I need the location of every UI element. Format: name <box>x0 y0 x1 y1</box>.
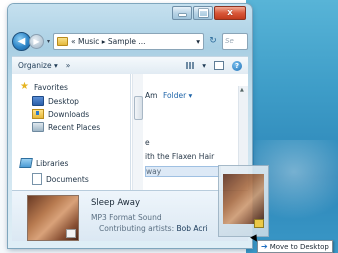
downloads-icon <box>32 109 44 119</box>
navigation-pane: ★ Favorites Desktop Downloads Recent Pla… <box>12 74 131 190</box>
folder-icon <box>57 36 69 46</box>
nav-item-libraries[interactable]: Libraries <box>19 158 69 168</box>
drag-ghost <box>218 165 269 237</box>
close-icon: x <box>227 7 233 18</box>
nav-item-downloads[interactable]: Downloads <box>32 109 89 119</box>
list-item[interactable]: e <box>145 138 219 147</box>
nav-item-label: Desktop <box>48 96 79 106</box>
nav-item-documents[interactable]: Documents <box>32 173 89 185</box>
views-icon[interactable] <box>186 62 195 69</box>
address-dropdown-icon[interactable]: ▾ <box>196 37 200 46</box>
details-pane: Sleep Away MP3 Format Sound Contributing… <box>12 190 248 241</box>
artist-label: Contributing artists: <box>99 224 175 233</box>
close-button[interactable]: x <box>214 6 246 20</box>
nav-item-label: Favorites <box>34 82 68 92</box>
media-badge-icon <box>254 219 264 228</box>
caption-buttons: x <box>172 6 246 20</box>
forward-button[interactable]: ▶ <box>29 33 44 49</box>
documents-icon <box>32 173 42 185</box>
media-badge-icon <box>66 229 76 238</box>
recent-places-icon <box>32 122 44 132</box>
nav-item-label: Downloads <box>48 109 90 119</box>
drag-thumbnail <box>223 174 264 224</box>
back-arrow-icon: ◀ <box>17 35 26 47</box>
list-item[interactable]: ith the Flaxen Hair <box>145 152 219 161</box>
file-list-scrollbar[interactable]: ▲ <box>238 86 248 170</box>
search-input[interactable]: Se <box>222 32 248 50</box>
file-title: Sleep Away <box>91 198 140 208</box>
command-bar: Organize ▾ » ▾ ? <box>12 56 248 75</box>
views-dropdown-icon[interactable]: ▾ <box>202 61 206 70</box>
breadcrumb[interactable]: « Music ▸ Sample ... <box>71 37 146 46</box>
maximize-button[interactable] <box>193 6 213 20</box>
album-art-thumbnail <box>27 195 79 241</box>
more-commands-button[interactable]: » <box>66 61 71 70</box>
move-arrow-icon: ➔ <box>261 242 268 251</box>
organize-button[interactable]: Organize ▾ <box>18 61 58 70</box>
forward-arrow-icon: ▶ <box>33 36 40 46</box>
address-bar[interactable]: « Music ▸ Sample ... ▾ <box>53 32 204 50</box>
explorer-window: x ◀ ▶ ▾ « Music ▸ Sample ... ▾ ↻ Se Orga… <box>8 4 252 248</box>
drag-tooltip-text: Move to Desktop <box>269 242 329 251</box>
nav-item-desktop[interactable]: Desktop <box>32 96 79 106</box>
star-icon: ★ <box>20 81 29 92</box>
navigation-scrollbar[interactable] <box>132 74 143 190</box>
minimize-button[interactable] <box>172 6 192 20</box>
file-type: MP3 Format Sound <box>91 213 162 222</box>
libraries-icon <box>19 158 33 168</box>
drag-tooltip: ➔ Move to Desktop <box>257 240 333 253</box>
recent-pages-dropdown[interactable]: ▾ <box>47 38 50 45</box>
nav-item-recent-places[interactable]: Recent Places <box>32 122 100 132</box>
scrollbar-thumb[interactable] <box>134 96 143 120</box>
column-header-am[interactable]: Am <box>145 91 157 100</box>
arrange-by-folder-button[interactable]: Folder ▾ <box>163 91 192 100</box>
list-item[interactable]: way <box>145 166 221 177</box>
content-area: ★ Favorites Desktop Downloads Recent Pla… <box>12 74 248 190</box>
desktop-icon <box>32 96 44 106</box>
artist-value: Bob Acri <box>176 224 208 233</box>
address-row: ◀ ▶ ▾ « Music ▸ Sample ... ▾ ↻ Se <box>12 31 248 51</box>
nav-item-label: Libraries <box>36 158 69 168</box>
nav-item-label: Documents <box>46 174 89 184</box>
nav-item-label: Recent Places <box>48 122 101 132</box>
preview-pane-icon[interactable] <box>214 61 224 70</box>
scroll-up-icon[interactable]: ▲ <box>240 87 244 93</box>
nav-item-favorites[interactable]: ★ Favorites <box>20 82 68 92</box>
contributing-artists: Contributing artists: Bob Acri <box>99 224 208 233</box>
refresh-button[interactable]: ↻ <box>207 36 219 46</box>
help-icon[interactable]: ? <box>232 60 242 71</box>
